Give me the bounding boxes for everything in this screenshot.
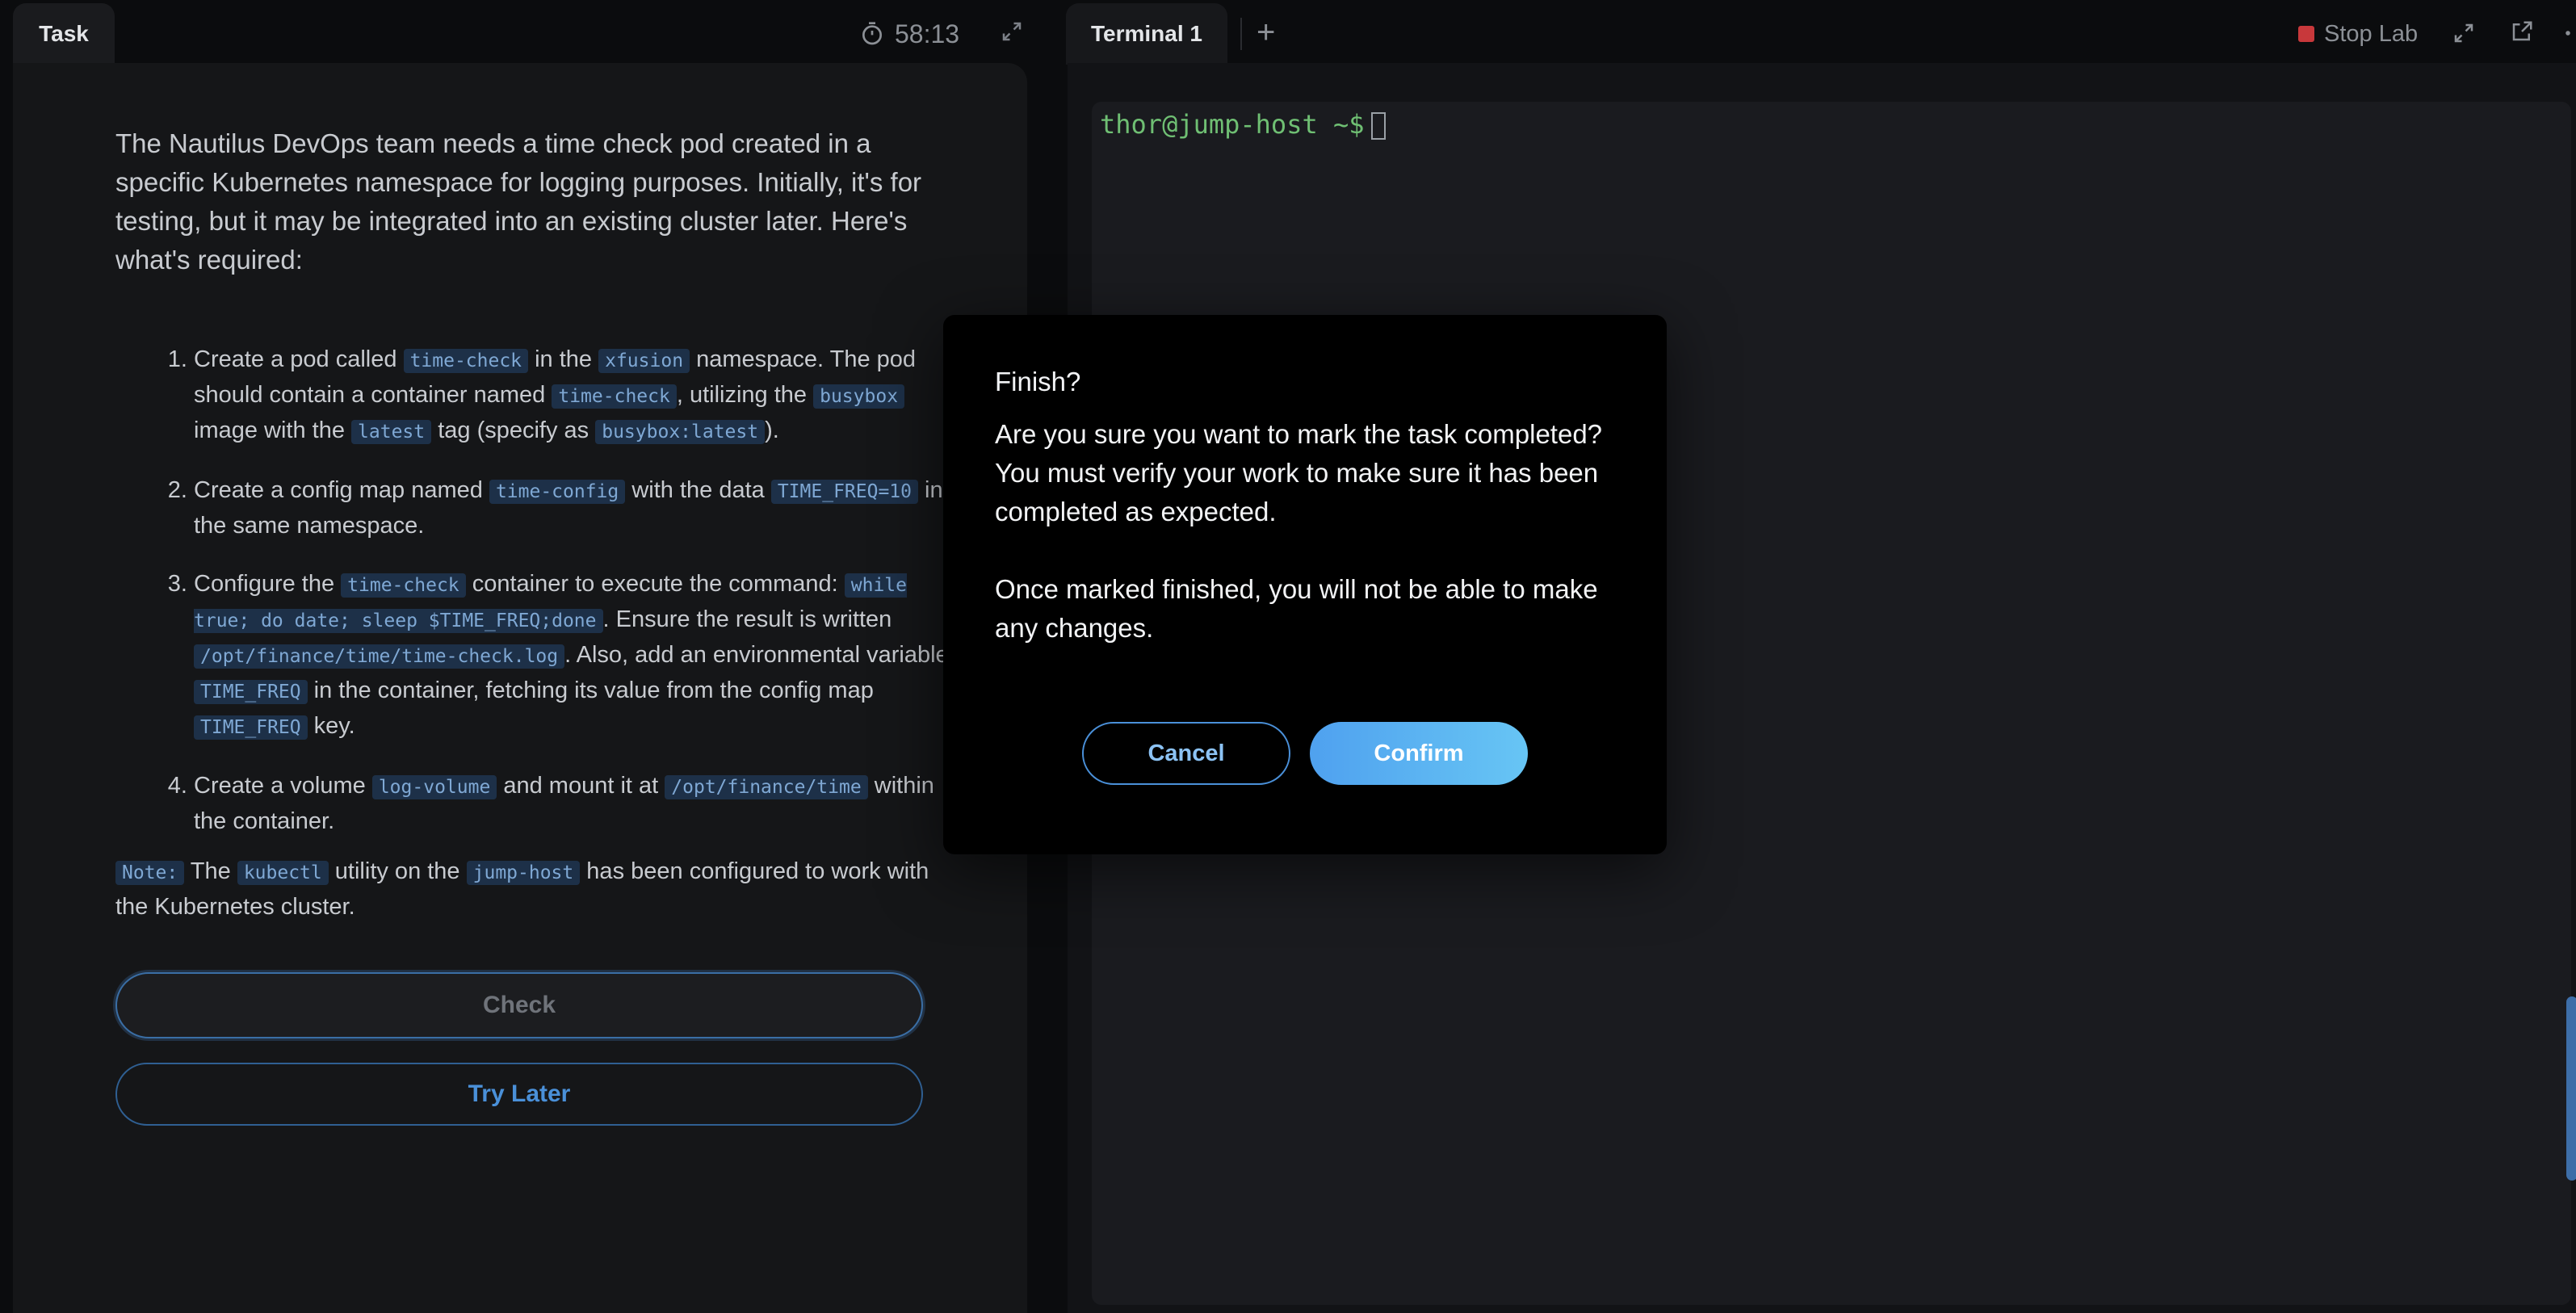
try-later-button[interactable]: Try Later (115, 1063, 923, 1126)
more-icon[interactable] (2560, 21, 2576, 45)
tab-terminal-label: Terminal 1 (1091, 21, 1202, 46)
scrollbar-thumb[interactable] (2566, 996, 2576, 1181)
stop-icon (2298, 26, 2314, 42)
dialog-warning: Once marked finished, you will not be ab… (995, 574, 1598, 643)
open-external-icon[interactable] (2510, 19, 2534, 44)
task-step-3: Configure the time-check container to ex… (194, 567, 969, 745)
dialog-message: Are you sure you want to mark the task c… (995, 419, 1603, 526)
task-steps: Create a pod called time-check in the xf… (155, 342, 969, 862)
expand-icon[interactable] (1000, 19, 1024, 44)
task-step-1: Create a pod called time-check in the xf… (194, 342, 969, 449)
tab-divider (1240, 18, 1242, 50)
terminal-cursor (1370, 112, 1386, 140)
timer-value: 58:13 (895, 19, 960, 48)
timer: 58:13 (859, 15, 959, 53)
terminal-prompt: thor@jump-host ~$ (1100, 107, 1386, 142)
tab-task[interactable]: Task (13, 3, 115, 65)
cancel-button[interactable]: Cancel (1082, 722, 1290, 785)
note-label: Note: (115, 861, 185, 885)
finish-dialog: Finish? Are you sure you want to mark th… (943, 315, 1667, 854)
stop-lab-button[interactable]: Stop Lab (2298, 16, 2418, 52)
add-terminal-button[interactable]: + (1257, 15, 1275, 50)
check-button[interactable]: Check (115, 972, 923, 1038)
confirm-button[interactable]: Confirm (1310, 722, 1528, 785)
task-intro: The Nautilus DevOps team needs a time ch… (115, 128, 922, 275)
tab-task-label: Task (39, 21, 89, 46)
task-step-2: Create a config map named time-config wi… (194, 473, 969, 543)
expand-icon[interactable] (2452, 21, 2476, 45)
tab-terminal-1[interactable]: Terminal 1 (1066, 3, 1227, 65)
task-step-4: Create a volume log-volume and mount it … (194, 769, 969, 838)
task-note: Note: The kubectl utility on the jump-ho… (115, 858, 929, 920)
dialog-title: Finish? (995, 367, 1081, 396)
stopwatch-icon (862, 22, 882, 45)
stop-lab-label: Stop Lab (2324, 20, 2419, 47)
